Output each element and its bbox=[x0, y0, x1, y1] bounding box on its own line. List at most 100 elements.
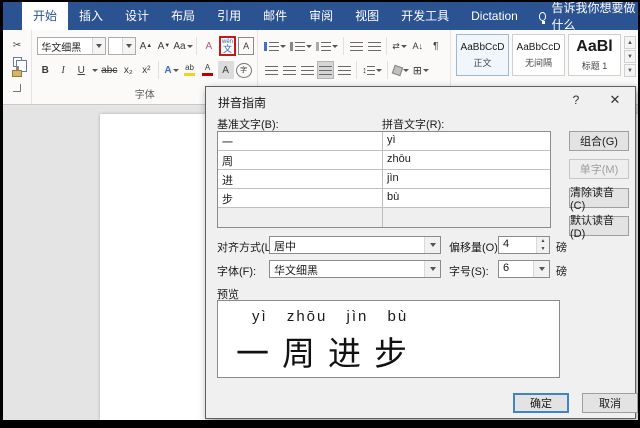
font-size-dropdown-icon[interactable] bbox=[122, 38, 135, 54]
size-label: 字号(S): bbox=[449, 263, 489, 279]
screen: 开始 插入 设计 布局 引用 邮件 审阅 视图 开发工具 Dictation 告… bbox=[0, 0, 640, 428]
font-select[interactable]: 华文细黑 bbox=[269, 260, 441, 278]
tab-dictation[interactable]: Dictation bbox=[460, 2, 529, 30]
shrink-font-button[interactable]: A▼ bbox=[156, 37, 172, 55]
ruby-text-field[interactable]: yì bbox=[383, 132, 550, 150]
character-shading-button[interactable]: A bbox=[218, 61, 234, 79]
tab-design[interactable]: 设计 bbox=[114, 2, 160, 30]
distribute-button[interactable] bbox=[336, 61, 352, 79]
justify-button[interactable] bbox=[317, 61, 334, 79]
tab-review[interactable]: 审阅 bbox=[298, 2, 344, 30]
borders-button[interactable]: ⊞ bbox=[412, 61, 430, 79]
bullets-button[interactable] bbox=[263, 37, 287, 55]
phonetic-guide-dialog: 拼音指南 ? ✕ 基准文字(B): 拼音文字(R): 一 yì 周 zhōu 进… bbox=[205, 86, 636, 419]
tell-me-label: 告诉我你想要做什么 bbox=[551, 2, 638, 33]
text-effects-button[interactable]: A bbox=[163, 61, 179, 79]
ruby-row: 周 zhōu bbox=[218, 151, 550, 170]
base-text-field[interactable]: 周 bbox=[218, 151, 383, 169]
dialog-help-button[interactable]: ? bbox=[563, 91, 589, 109]
ruby-table: 一 yì 周 zhōu 进 jìn 步 bù bbox=[217, 131, 551, 228]
base-text-field[interactable]: 步 bbox=[218, 189, 383, 207]
base-text-field[interactable] bbox=[218, 208, 383, 227]
size-dropdown-icon[interactable] bbox=[533, 261, 549, 277]
phonetic-guide-button[interactable]: wén 文 bbox=[219, 36, 236, 56]
superscript-button[interactable]: x² bbox=[138, 61, 154, 79]
clear-ruby-button[interactable]: 清除读音(C) bbox=[569, 188, 629, 208]
shading-button[interactable] bbox=[392, 61, 410, 79]
font-color-button[interactable]: A bbox=[200, 61, 216, 79]
tab-mailings[interactable]: 邮件 bbox=[252, 2, 298, 30]
lightbulb-icon bbox=[539, 12, 547, 21]
word-window: 开始 插入 设计 布局 引用 邮件 审阅 视图 开发工具 Dictation 告… bbox=[3, 2, 638, 420]
combine-button[interactable]: 组合(G) bbox=[569, 131, 629, 151]
base-text-field[interactable]: 一 bbox=[218, 132, 383, 150]
cut-icon[interactable]: ✂ bbox=[9, 36, 25, 54]
font-value: 华文细黑 bbox=[270, 261, 424, 277]
align-left-button[interactable] bbox=[263, 61, 279, 79]
align-right-button[interactable] bbox=[299, 61, 315, 79]
base-text-field[interactable]: 进 bbox=[218, 170, 383, 188]
styles-gallery-more-icon[interactable]: ▼ bbox=[624, 64, 636, 77]
offset-spinner[interactable]: 4 ▲ ▼ bbox=[498, 236, 550, 254]
style-normal[interactable]: AaBbCcD 正文 bbox=[456, 34, 509, 76]
text-direction-button[interactable]: ⇄ bbox=[391, 37, 408, 55]
font-size-combo[interactable] bbox=[108, 37, 136, 55]
clipboard-dialog-launcher-icon[interactable] bbox=[13, 84, 21, 92]
align-center-button[interactable] bbox=[281, 61, 297, 79]
size-select[interactable]: 6 bbox=[498, 260, 550, 278]
decrease-indent-button[interactable] bbox=[348, 37, 364, 55]
tab-developer[interactable]: 开发工具 bbox=[390, 2, 460, 30]
offset-label: 偏移量(O): bbox=[449, 239, 501, 255]
change-case-button[interactable]: Aa bbox=[174, 37, 192, 55]
italic-button[interactable]: I bbox=[55, 61, 71, 79]
style-heading1[interactable]: AaBl 标题 1 bbox=[568, 34, 621, 76]
preview-box: yì zhōu jìn bù 一周进步 bbox=[217, 300, 560, 378]
dialog-close-button[interactable]: ✕ bbox=[602, 91, 628, 109]
line-spacing-button[interactable]: ↕ bbox=[361, 61, 383, 79]
sort-button[interactable]: A↓ bbox=[410, 37, 426, 55]
tell-me-box[interactable]: 告诉我你想要做什么 bbox=[539, 2, 638, 30]
highlight-color-button[interactable]: ab bbox=[182, 61, 198, 79]
tab-references[interactable]: 引用 bbox=[206, 2, 252, 30]
grow-font-button[interactable]: A▲ bbox=[138, 37, 154, 55]
styles-scroll-up-icon[interactable]: ▲ bbox=[624, 36, 636, 49]
bold-button[interactable]: B bbox=[37, 61, 53, 79]
font-name-combo[interactable]: 华文细黑 bbox=[37, 37, 106, 55]
clear-formatting-button[interactable]: A bbox=[201, 37, 217, 55]
show-marks-button[interactable]: ¶ bbox=[428, 37, 444, 55]
enclose-characters-button[interactable]: 字 bbox=[236, 63, 252, 78]
ruby-text-field[interactable]: jìn bbox=[383, 170, 550, 188]
underline-button[interactable]: U bbox=[73, 61, 89, 79]
strikethrough-button[interactable]: abc bbox=[100, 61, 118, 79]
ruby-row bbox=[218, 208, 550, 227]
subscript-button[interactable]: x₂ bbox=[120, 61, 136, 79]
underline-dropdown-icon[interactable] bbox=[92, 69, 98, 72]
tab-view[interactable]: 视图 bbox=[344, 2, 390, 30]
size-unit: 磅 bbox=[556, 263, 567, 279]
alignment-value: 居中 bbox=[270, 237, 424, 253]
alignment-dropdown-icon[interactable] bbox=[424, 237, 440, 253]
tab-layout[interactable]: 布局 bbox=[160, 2, 206, 30]
character-border-button[interactable]: A bbox=[238, 37, 254, 55]
cancel-button[interactable]: 取消 bbox=[582, 393, 638, 413]
format-painter-icon[interactable] bbox=[12, 70, 22, 77]
font-name-dropdown-icon[interactable] bbox=[92, 38, 105, 54]
alignment-select[interactable]: 居中 bbox=[269, 236, 441, 254]
default-ruby-button[interactable]: 默认读音(D) bbox=[569, 216, 629, 236]
tab-insert[interactable]: 插入 bbox=[68, 2, 114, 30]
ok-button[interactable]: 确定 bbox=[513, 393, 569, 413]
tab-home[interactable]: 开始 bbox=[22, 2, 68, 30]
ribbon-tab-bar: 开始 插入 设计 布局 引用 邮件 审阅 视图 开发工具 Dictation 告… bbox=[3, 2, 638, 30]
offset-down-icon[interactable]: ▼ bbox=[537, 245, 549, 253]
ruby-text-field[interactable]: zhōu bbox=[383, 151, 550, 169]
increase-indent-button[interactable] bbox=[366, 37, 382, 55]
ruby-text-field[interactable]: bù bbox=[383, 189, 550, 207]
offset-up-icon[interactable]: ▲ bbox=[537, 237, 549, 245]
multilevel-list-button[interactable] bbox=[315, 37, 339, 55]
font-dropdown-icon[interactable] bbox=[424, 261, 440, 277]
ruby-text-field[interactable] bbox=[383, 208, 550, 227]
styles-scroll-down-icon[interactable]: ▼ bbox=[624, 50, 636, 63]
preview-ruby-text: yì zhōu jìn bù bbox=[252, 308, 559, 325]
style-no-spacing[interactable]: AaBbCcD 无间隔 bbox=[512, 34, 565, 76]
numbering-button[interactable] bbox=[289, 37, 313, 55]
